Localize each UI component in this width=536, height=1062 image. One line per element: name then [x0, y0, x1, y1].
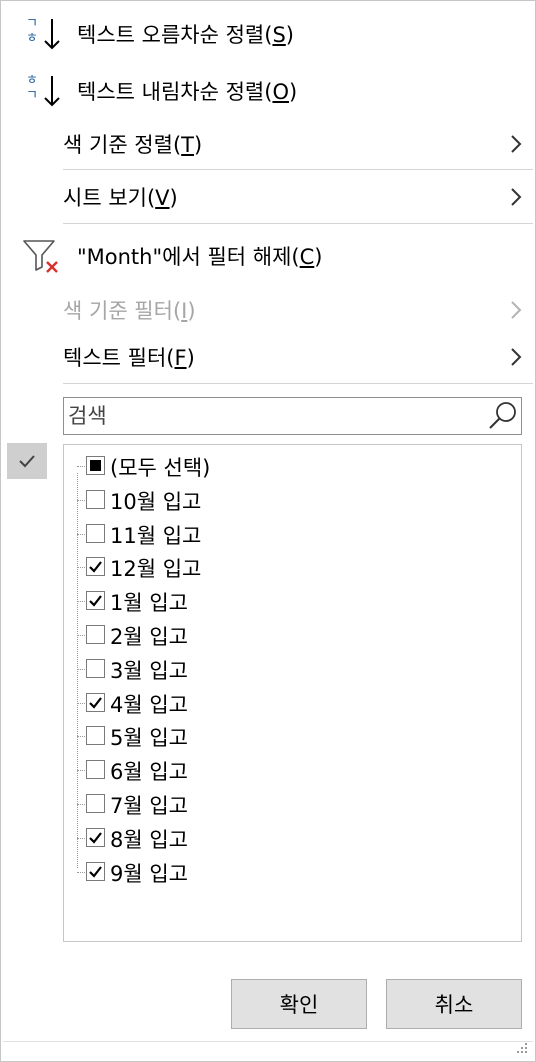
filter-value-list: (모두 선택) 10월 입고 11월 입고 12월 입고 1월 입고 2월 입고 3월 입고… [63, 444, 522, 942]
clear-filter-label: "Month"에서 필터 해제(C) [77, 245, 323, 269]
checkmark-icon [89, 865, 102, 878]
list-item[interactable]: 7월 입고 [64, 787, 521, 821]
item-checkbox[interactable] [86, 692, 105, 712]
list-item[interactable]: 4월 입고 [64, 686, 521, 720]
list-item[interactable]: 10월 입고 [64, 483, 521, 517]
filter-by-color-menu-item: 색 기준 필터(I) [1, 285, 536, 335]
search-icon[interactable] [487, 400, 519, 432]
chevron-right-icon [511, 135, 522, 153]
sort-descending-menu-item[interactable]: ㅎㄱ 텍스트 내림차순 정렬(O) [1, 66, 536, 116]
chevron-right-icon [511, 348, 522, 366]
list-item-label: 10월 입고 [110, 489, 202, 514]
sort-descending-icon: ㅎㄱ [21, 73, 65, 109]
clear-filter-menu-item[interactable]: "Month"에서 필터 해제(C) [1, 231, 536, 281]
sort-descending-label: 텍스트 내림차순 정렬(O) [77, 80, 298, 104]
item-checkbox[interactable] [86, 794, 105, 813]
list-item[interactable]: 3월 입고 [64, 652, 521, 686]
select-all-checkbox[interactable] [86, 456, 105, 475]
list-item-label: 1월 입고 [110, 591, 188, 616]
list-item-label: 8월 입고 [110, 827, 188, 852]
list-item[interactable]: 12월 입고 [64, 550, 521, 584]
sort-icon-bottom-letter: ㄱ [26, 88, 38, 103]
menu-separator [63, 169, 533, 170]
clear-filter-icon [23, 240, 58, 273]
sort-ascending-icon: ㄱㅎ [21, 16, 65, 52]
list-item-label: 6월 입고 [110, 760, 188, 785]
search-box [63, 397, 522, 435]
text-filter-label: 텍스트 필터(F) [63, 346, 195, 370]
checkmark-icon [89, 561, 102, 574]
checkmark-icon [89, 832, 102, 844]
list-item[interactable]: 5월 입고 [64, 719, 521, 753]
filter-by-color-label: 색 기준 필터(I) [63, 299, 196, 323]
menu-separator [63, 383, 533, 384]
menu-separator [63, 223, 533, 224]
sort-ascending-menu-item[interactable]: ㄱㅎ 텍스트 오름차순 정렬(S) [1, 9, 536, 59]
autofilter-dropdown: ㄱㅎ 텍스트 오름차순 정렬(S) ㅎㄱ 텍스트 내림차순 정렬(O) 색 기준… [0, 0, 536, 1062]
list-item[interactable]: 8월 입고 [64, 821, 521, 855]
list-item[interactable]: 6월 입고 [64, 753, 521, 787]
list-item-label: 9월 입고 [110, 861, 188, 886]
list-item-label: 7월 입고 [110, 794, 188, 818]
item-checkbox[interactable] [86, 489, 105, 509]
cancel-button[interactable]: 취소 [386, 979, 522, 1029]
list-item[interactable]: 1월 입고 [64, 584, 521, 618]
list-item[interactable]: 2월 입고 [64, 618, 521, 652]
checkmark-icon [89, 696, 102, 709]
item-checkbox[interactable] [86, 625, 105, 644]
chevron-right-icon [511, 301, 522, 319]
sort-icon-top-letter: ㅎ [26, 73, 38, 88]
sort-by-color-menu-item[interactable]: 색 기준 정렬(T) [1, 119, 536, 169]
sort-icon-top-letter: ㄱ [26, 16, 38, 31]
list-item-label: 2월 입고 [110, 625, 188, 649]
item-checkbox[interactable] [86, 861, 105, 881]
sort-ascending-label: 텍스트 오름차순 정렬(S) [77, 23, 294, 47]
list-item-label: 3월 입고 [110, 658, 188, 683]
list-item-label: 12월 입고 [110, 557, 202, 582]
ok-button[interactable]: 확인 [231, 979, 367, 1029]
sheet-view-menu-item[interactable]: 시트 보기(V) [1, 172, 536, 222]
list-item-label: 5월 입고 [110, 726, 188, 751]
sort-by-color-label: 색 기준 정렬(T) [63, 133, 203, 157]
list-item-label: (모두 선택) [110, 456, 211, 480]
list-item-label: 11월 입고 [110, 523, 202, 548]
sort-icon-bottom-letter: ㅎ [26, 31, 38, 46]
item-checkbox[interactable] [86, 591, 105, 611]
item-checkbox[interactable] [86, 557, 105, 577]
search-input[interactable] [64, 398, 488, 434]
select-all-row[interactable]: (모두 선택) [64, 449, 521, 483]
text-filter-menu-item[interactable]: 텍스트 필터(F) [1, 332, 536, 382]
chevron-right-icon [511, 188, 522, 206]
item-checkbox[interactable] [86, 523, 105, 543]
item-checkbox[interactable] [86, 658, 105, 678]
item-checkbox[interactable] [86, 726, 105, 746]
selected-item-check-icon [7, 443, 47, 479]
status-divider [3, 1041, 533, 1042]
item-checkbox[interactable] [86, 760, 105, 780]
list-item-label: 4월 입고 [110, 692, 188, 717]
list-item[interactable]: 9월 입고 [64, 855, 521, 889]
checkmark-icon [89, 595, 102, 607]
resize-grip-icon[interactable] [515, 1041, 529, 1055]
list-item[interactable]: 11월 입고 [64, 517, 521, 551]
item-checkbox[interactable] [86, 827, 105, 847]
sheet-view-label: 시트 보기(V) [63, 186, 178, 210]
